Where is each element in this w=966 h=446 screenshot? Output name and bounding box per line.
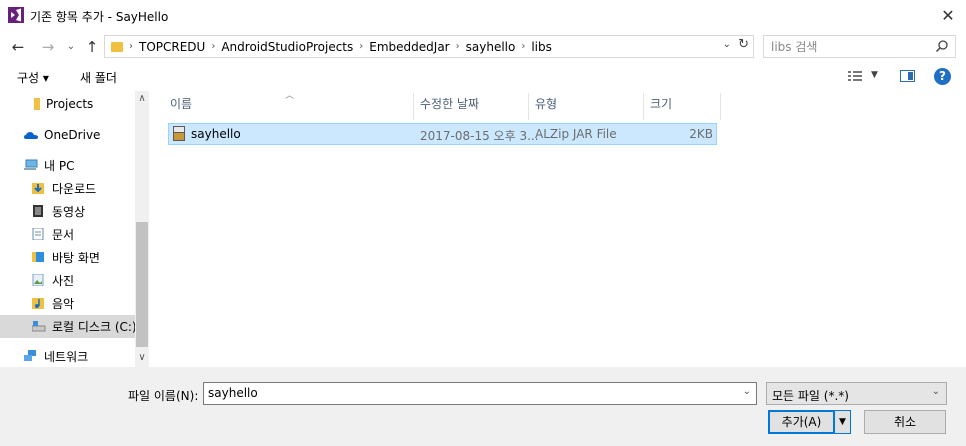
breadcrumb-separator-icon: › [455, 41, 460, 52]
chevron-down-icon[interactable]: ⌄ [932, 386, 940, 397]
dropdown-arrow-icon: ▼ [839, 417, 846, 427]
nav-item-projects[interactable]: Projects [34, 93, 93, 115]
view-dropdown-icon[interactable]: ▼ [871, 70, 878, 80]
address-bar[interactable]: › TOPCREDU › AndroidStudioProjects › Emb… [104, 35, 754, 58]
nav-item-label: 바탕 화면 [52, 250, 100, 265]
nav-item-label: Projects [46, 97, 94, 111]
file-name: sayhello [191, 127, 241, 141]
filename-label: 파일 이름(N): [128, 389, 199, 403]
breadcrumb-separator-icon: › [211, 41, 216, 52]
arrow-right-icon: → [41, 38, 55, 56]
nav-item-pictures[interactable]: 사진 [32, 269, 74, 291]
close-button[interactable]: ✕ [930, 0, 966, 31]
address-dropdown-icon[interactable]: ⌄ [723, 39, 731, 50]
column-divider[interactable] [528, 93, 529, 120]
nav-item-label: 문서 [52, 227, 75, 242]
nav-item-label: 동영상 [52, 204, 86, 219]
close-icon: ✕ [941, 6, 955, 25]
scroll-down-icon[interactable]: ∨ [135, 352, 149, 366]
nav-item-desktop[interactable]: 바탕 화면 [32, 246, 100, 268]
preview-pane-icon[interactable] [900, 70, 915, 82]
toolbar [0, 63, 966, 91]
nav-item-label: 다운로드 [52, 181, 97, 196]
chevron-down-icon: ⌄ [66, 41, 76, 52]
pictures-icon [32, 274, 44, 286]
arrow-up-icon: ↑ [85, 38, 99, 56]
nav-item-label: 내 PC [44, 158, 75, 173]
scroll-up-icon[interactable]: ∧ [135, 93, 149, 107]
jar-file-icon [173, 126, 185, 141]
breadcrumb-item[interactable]: TOPCREDU [139, 40, 205, 54]
breadcrumb-item[interactable]: sayhello [466, 40, 516, 54]
nav-item-label: 네트워크 [44, 349, 89, 364]
computer-icon [24, 159, 38, 170]
filename-combobox[interactable]: ⌄ [203, 382, 757, 405]
file-date: 2017-08-15 오후 3... [420, 129, 539, 143]
visual-studio-icon [8, 7, 24, 23]
search-icon[interactable] [935, 39, 949, 53]
nav-item-label: OneDrive [44, 128, 101, 142]
documents-icon [32, 228, 44, 240]
nav-item-documents[interactable]: 문서 [32, 223, 74, 245]
file-type: ALZip JAR File [535, 127, 617, 141]
nav-item-downloads[interactable]: 다운로드 [32, 177, 96, 199]
nav-item-videos[interactable]: 동영상 [32, 200, 85, 222]
cancel-button[interactable]: 취소 [864, 410, 946, 434]
cloud-icon [24, 132, 38, 139]
back-button[interactable]: ← [8, 37, 28, 57]
search-box[interactable] [763, 35, 956, 58]
file-size: 2KB [689, 127, 713, 141]
nav-item-onedrive[interactable]: OneDrive [24, 124, 100, 146]
bottom-panel [0, 367, 966, 446]
breadcrumb-item[interactable]: libs [531, 40, 552, 54]
add-options-dropdown[interactable]: ▼ [835, 410, 851, 434]
drive-icon [32, 321, 46, 332]
chevron-down-icon[interactable]: ⌄ [743, 386, 751, 397]
network-icon [24, 350, 36, 361]
file-type-filter-select[interactable]: 모든 파일 (*.*) ⌄ [766, 382, 947, 405]
breadcrumb-separator-icon: › [521, 41, 526, 52]
nav-item-label: 로컬 디스크 (C:) [52, 319, 137, 334]
view-options-icon[interactable] [848, 70, 862, 82]
recent-locations-button[interactable]: ⌄ [64, 37, 78, 57]
breadcrumb-item[interactable]: AndroidStudioProjects [221, 40, 353, 54]
desktop-icon [32, 252, 44, 262]
help-button[interactable]: ? [934, 68, 951, 85]
organize-button[interactable]: 구성 ▾ [17, 69, 49, 86]
column-header-type[interactable]: 유형 [531, 94, 643, 119]
forward-button[interactable]: → [38, 37, 58, 57]
folder-icon [34, 98, 40, 110]
refresh-icon[interactable]: ↻ [738, 37, 749, 52]
folder-icon [111, 41, 123, 52]
file-type-filter-value: 모든 파일 (*.*) [772, 389, 849, 403]
videos-icon [33, 205, 43, 217]
breadcrumb-separator-icon: › [359, 41, 364, 52]
column-divider[interactable] [720, 93, 721, 120]
downloads-icon [32, 183, 44, 194]
nav-item-label: 음악 [52, 296, 75, 311]
column-header-date[interactable]: 수정한 날짜 [416, 94, 528, 119]
arrow-left-icon: ← [11, 38, 25, 56]
new-folder-button[interactable]: 새 폴더 [80, 69, 117, 86]
search-input[interactable] [771, 40, 931, 54]
nav-item-this-pc[interactable]: 내 PC [24, 154, 74, 176]
column-divider[interactable] [413, 93, 414, 120]
breadcrumb-item[interactable]: EmbeddedJar [369, 40, 449, 54]
nav-item-local-disk[interactable]: 로컬 디스크 (C:) [32, 315, 137, 337]
column-divider[interactable] [643, 93, 644, 120]
filename-input[interactable] [208, 386, 728, 400]
add-button[interactable]: 추가(A) [768, 410, 835, 434]
scrollbar-thumb[interactable] [136, 222, 148, 347]
nav-item-music[interactable]: 음악 [32, 292, 74, 314]
column-header-name[interactable]: 이름 [166, 94, 413, 119]
music-icon [32, 298, 44, 309]
nav-item-network[interactable]: 네트워크 [24, 345, 88, 367]
breadcrumb-separator-icon: › [129, 41, 133, 52]
up-button[interactable]: ↑ [82, 37, 102, 57]
window-title: 기존 항목 추가 - SayHello [30, 10, 169, 24]
column-header-size[interactable]: 크기 [646, 94, 720, 119]
nav-item-label: 사진 [52, 273, 75, 288]
